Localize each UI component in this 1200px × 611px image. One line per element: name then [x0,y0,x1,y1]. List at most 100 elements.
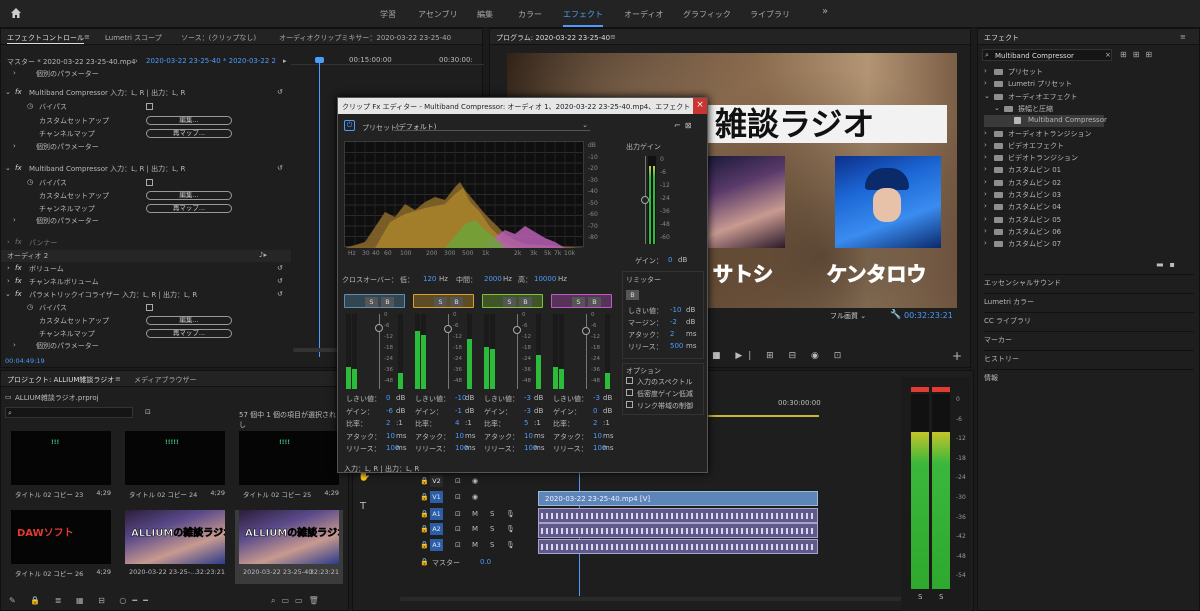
band-param-value[interactable]: 0 [386,394,390,402]
audio-clip[interactable] [538,539,818,554]
wrench-icon[interactable]: 🔧 [890,310,901,320]
track-target-V1[interactable]: V1 [430,491,443,503]
band-header[interactable]: SB [482,294,543,308]
remap-button[interactable]: 再マップ... [146,329,232,338]
solo-button[interactable]: S [365,297,378,307]
sync-icon[interactable]: ⊡ [455,541,461,549]
option-checkbox[interactable] [626,401,633,408]
workspace-assembly[interactable]: アセンブリ [418,9,458,20]
solo-button[interactable]: S [490,541,494,549]
reset-icon[interactable]: ↺ [277,88,283,96]
edit-button[interactable]: 編集... [146,316,232,325]
bypass-button[interactable]: B [519,297,532,307]
chevron-icon[interactable]: ⌄ [984,92,990,100]
reset-icon[interactable]: ↺ [277,164,283,172]
bypass-checkbox[interactable] [146,179,153,186]
tab-audio-clip-mixer[interactable]: オーディオクリップミキサー：2020-03-22 23-25-40 [279,33,451,43]
limiter-param-value[interactable]: -10 [670,306,681,314]
chevron-icon[interactable]: › [984,129,987,137]
chevron-right-icon[interactable]: › [135,57,138,65]
chevron-icon[interactable]: › [984,141,987,149]
timeline-ruler[interactable]: 00:30:00:00 [698,393,821,413]
tab-lumetri-scopes[interactable]: Lumetri スコープ [105,33,162,43]
param-row[interactable]: › 個別のパラメーター [1,340,291,352]
chevron-icon[interactable]: › [984,153,987,161]
chevron-icon[interactable]: › [984,202,987,210]
solo-button[interactable]: S [434,297,447,307]
video-clip[interactable]: 2020-03-22 23-25-40.mp4 [V] [538,491,818,506]
mic-icon[interactable]: 🎙 [506,541,515,549]
lock-icon[interactable]: 🔒 [420,510,429,518]
clip-indicator-left[interactable] [911,387,929,392]
bypass-button[interactable]: B [588,297,601,307]
project-thumbnail[interactable]: !!!!! タイトル 02 コピー 24 4;29 [121,431,229,505]
collapsed-panel-tab[interactable]: ヒストリー [984,350,1194,364]
workspace-graphics[interactable]: グラフィック [683,9,731,20]
sync-icon[interactable]: ⊡ [455,525,461,533]
playhead-handle[interactable] [315,57,324,63]
track-target-V2[interactable]: V2 [430,475,443,487]
gain-value[interactable]: 0 [668,256,672,264]
bypass-checkbox[interactable] [146,103,153,110]
solo-left[interactable]: S [918,593,922,601]
stopwatch-icon[interactable]: ◷ [27,303,33,311]
preset-select[interactable]: (デフォルト) ⌄ [394,121,590,131]
edit-button[interactable]: 編集... [146,116,232,125]
collapsed-panel-tab[interactable]: 情報 [984,369,1194,383]
menu-icon[interactable]: ≡ [1180,33,1186,41]
chevron-icon[interactable]: › [984,190,987,198]
master-value[interactable]: 0.0 [480,558,491,566]
collapsed-panel-tab[interactable]: エッセンシャルサウンド [984,274,1194,288]
solo-button[interactable]: S [503,297,516,307]
audio-clip[interactable] [538,523,818,538]
project-thumbnail[interactable]: !!!! タイトル 02 コピー 25 4;29 [235,431,343,505]
lock-icon[interactable]: 🔒 [420,541,429,549]
volume-row[interactable]: › fx ボリューム ↺ [1,263,291,275]
effects-tree-item[interactable]: Multiband Compressor [984,115,1107,128]
edit-button[interactable]: 編集... [146,191,232,200]
add-button-icon[interactable]: + [952,349,962,363]
project-thumbnail[interactable]: DAWソフト タイトル 02 コピー 26 4;29 [7,510,115,584]
collapsed-panel-tab[interactable]: マーカー [984,331,1194,345]
tab-effect-controls[interactable]: エフェクトコントロール [7,33,84,44]
stopwatch-icon[interactable]: ◷ [27,178,33,186]
effect-header[interactable]: ⌄ fx Multiband Compressor 入力：L, R | 出力：L,… [1,87,291,99]
workspace-effects[interactable]: エフェクト [563,9,603,27]
tab-source[interactable]: ソース：(クリップなし) [181,33,256,43]
project-title[interactable]: プロジェクト: ALLIUM雑談ラジオ [7,375,114,385]
band-param-value[interactable]: 2 [593,419,597,427]
track-target-A3[interactable]: A3 [430,539,443,551]
search-input[interactable]: Multiband Compressor [995,52,1074,60]
workspace-more[interactable]: » [822,6,828,17]
speaker-icon[interactable]: ♪▸ [259,251,267,259]
band-param-value[interactable]: 5 [524,419,528,427]
project-thumbnail[interactable]: ALLIUMの雑談ラジオ 2020-03-22 23-25-40 32:23:21 [235,510,343,584]
menu-icon[interactable]: ≡ [115,375,121,383]
band-param-value[interactable]: 10 [386,432,395,440]
timeline-scrollbar[interactable] [400,597,960,601]
dialog-tools-icons[interactable]: ⌐⊠ [674,121,695,130]
output-gain-knob[interactable] [641,196,649,204]
track-target-A1[interactable]: A1 [430,508,443,520]
band-param-value[interactable]: -3 [593,394,600,402]
sync-icon[interactable]: ⊡ [455,493,461,501]
playhead[interactable] [319,59,320,357]
dialog-titlebar[interactable]: クリップ Fx エディター - Multiband Compressor: オー… [338,98,707,114]
bypass-checkbox[interactable] [146,304,153,311]
band-header[interactable]: SB [551,294,612,308]
eye-icon[interactable]: ◉ [472,493,478,501]
clip-indicator-right[interactable] [932,387,950,392]
threshold-knob[interactable] [513,326,521,334]
param-row[interactable]: › 個別のパラメーター [1,215,291,227]
band-header[interactable]: SB [413,294,474,308]
band-param-value[interactable]: 2 [386,419,390,427]
program-timecode[interactable]: 00:32:23:21 [904,311,953,320]
effect-header[interactable]: ⌄ fx Multiband Compressor 入力：L, R | 出力：L,… [1,163,291,175]
param-row[interactable]: › 個別のパラメーター [1,141,291,153]
lock-icon[interactable]: 🔒 [420,477,429,485]
solo-right[interactable]: S [939,593,943,601]
eye-icon[interactable]: ◉ [472,477,478,485]
lock-icon[interactable]: 🔒 [420,493,429,501]
project-toolbar[interactable]: ✎ 🔒 ≣ ▦ ⊟ ○━━ [9,596,154,605]
bypass-button[interactable]: B [381,297,394,307]
